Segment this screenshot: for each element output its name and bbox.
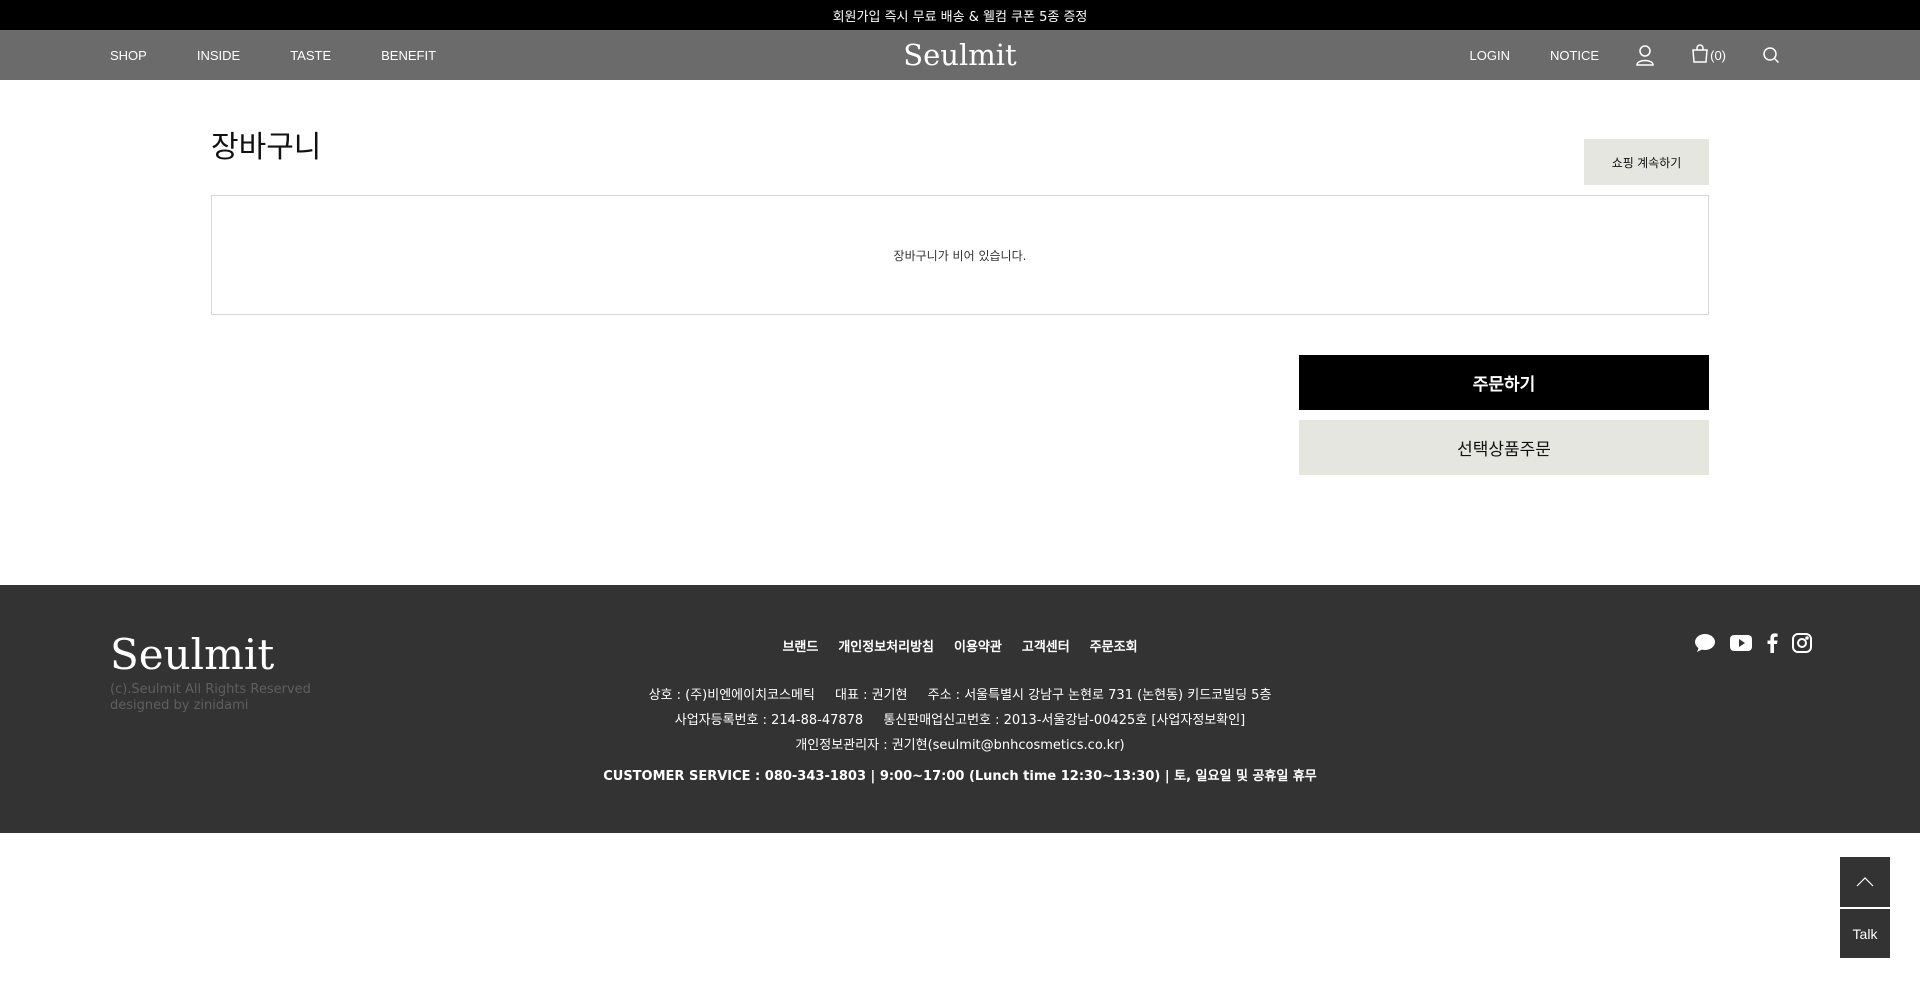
cart-button[interactable]: (0)	[1691, 43, 1726, 67]
site-header: SHOP INSIDE TASTE BENEFIT Seulmit LOGIN …	[0, 30, 1920, 80]
footer-link-privacy[interactable]: 개인정보처리방침	[838, 636, 934, 655]
empty-cart-message: 장바구니가 비어 있습니다.	[893, 248, 1027, 263]
utility-nav: LOGIN NOTICE (0)	[1430, 30, 1780, 80]
footer-link-terms[interactable]: 이용약관	[954, 636, 1002, 655]
notice-link[interactable]: NOTICE	[1550, 48, 1599, 63]
company-name: 상호 : (주)비엔에이치코스메틱	[648, 688, 815, 703]
main-nav: SHOP INSIDE TASTE BENEFIT	[110, 30, 486, 80]
continue-shopping-button[interactable]: 쇼핑 계속하기	[1584, 139, 1709, 185]
page-title: 장바구니	[211, 130, 322, 165]
footer-link-support[interactable]: 고객센터	[1022, 636, 1070, 655]
login-link[interactable]: LOGIN	[1470, 48, 1510, 63]
facebook-icon[interactable]	[1766, 633, 1778, 653]
cart-count: (0)	[1710, 47, 1726, 63]
business-number: 사업자등록번호 : 214-88-47878	[674, 713, 864, 728]
instagram-icon[interactable]	[1792, 633, 1812, 653]
site-footer: Seulmit (c).Seulmit All Rights Reserved …	[0, 585, 1920, 833]
talk-icon[interactable]	[1694, 633, 1716, 653]
promo-banner[interactable]: 회원가입 즉시 무료 배송 & 웰컴 쿠폰 5종 증정	[0, 0, 1920, 30]
footer-link-order-lookup[interactable]: 주문조회	[1090, 636, 1138, 655]
chevron-up-icon	[1856, 875, 1874, 890]
scroll-top-button[interactable]	[1840, 857, 1890, 907]
ceo-name: 대표 : 권기현	[835, 688, 908, 703]
social-links	[1680, 633, 1812, 653]
ecommerce-number[interactable]: 통신판매업신고번호 : 2013-서울강남-00425호 [사업자정보확인]	[883, 713, 1245, 728]
promo-text: 회원가입 즉시 무료 배송 & 웰컴 쿠폰 5종 증정	[832, 9, 1088, 25]
privacy-officer: 개인정보관리자 : 권기현(seulmit@bnhcosmetics.co.kr…	[795, 738, 1125, 753]
nav-shop[interactable]: SHOP	[110, 48, 147, 63]
youtube-icon[interactable]	[1730, 635, 1752, 651]
talk-button[interactable]: Talk	[1840, 909, 1890, 958]
user-icon[interactable]	[1635, 44, 1655, 66]
company-info: 상호 : (주)비엔에이치코스메틱 대표 : 권기현 주소 : 서울특별시 강남…	[0, 683, 1920, 758]
search-icon[interactable]	[1762, 46, 1780, 64]
customer-service: CUSTOMER SERVICE : 080-343-1803 | 9:00~1…	[603, 769, 1317, 784]
company-address: 주소 : 서울특별시 강남구 논현로 731 (논현동) 키드코빌딩 5층	[927, 688, 1272, 703]
order-selected-button[interactable]: 선택상품주문	[1299, 420, 1709, 475]
svg-text:Seulmit: Seulmit	[903, 38, 1017, 72]
nav-inside[interactable]: INSIDE	[197, 48, 240, 63]
nav-taste[interactable]: TASTE	[290, 48, 331, 63]
cart-icon	[1691, 43, 1709, 67]
footer-links: 브랜드 개인정보처리방침 이용약관 고객센터 주문조회	[0, 636, 1920, 655]
cart-empty-box: 장바구니가 비어 있습니다.	[211, 195, 1709, 315]
order-button[interactable]: 주문하기	[1299, 355, 1709, 410]
footer-link-brand[interactable]: 브랜드	[782, 636, 818, 655]
site-logo[interactable]: Seulmit	[898, 34, 1022, 76]
nav-benefit[interactable]: BENEFIT	[381, 48, 436, 63]
